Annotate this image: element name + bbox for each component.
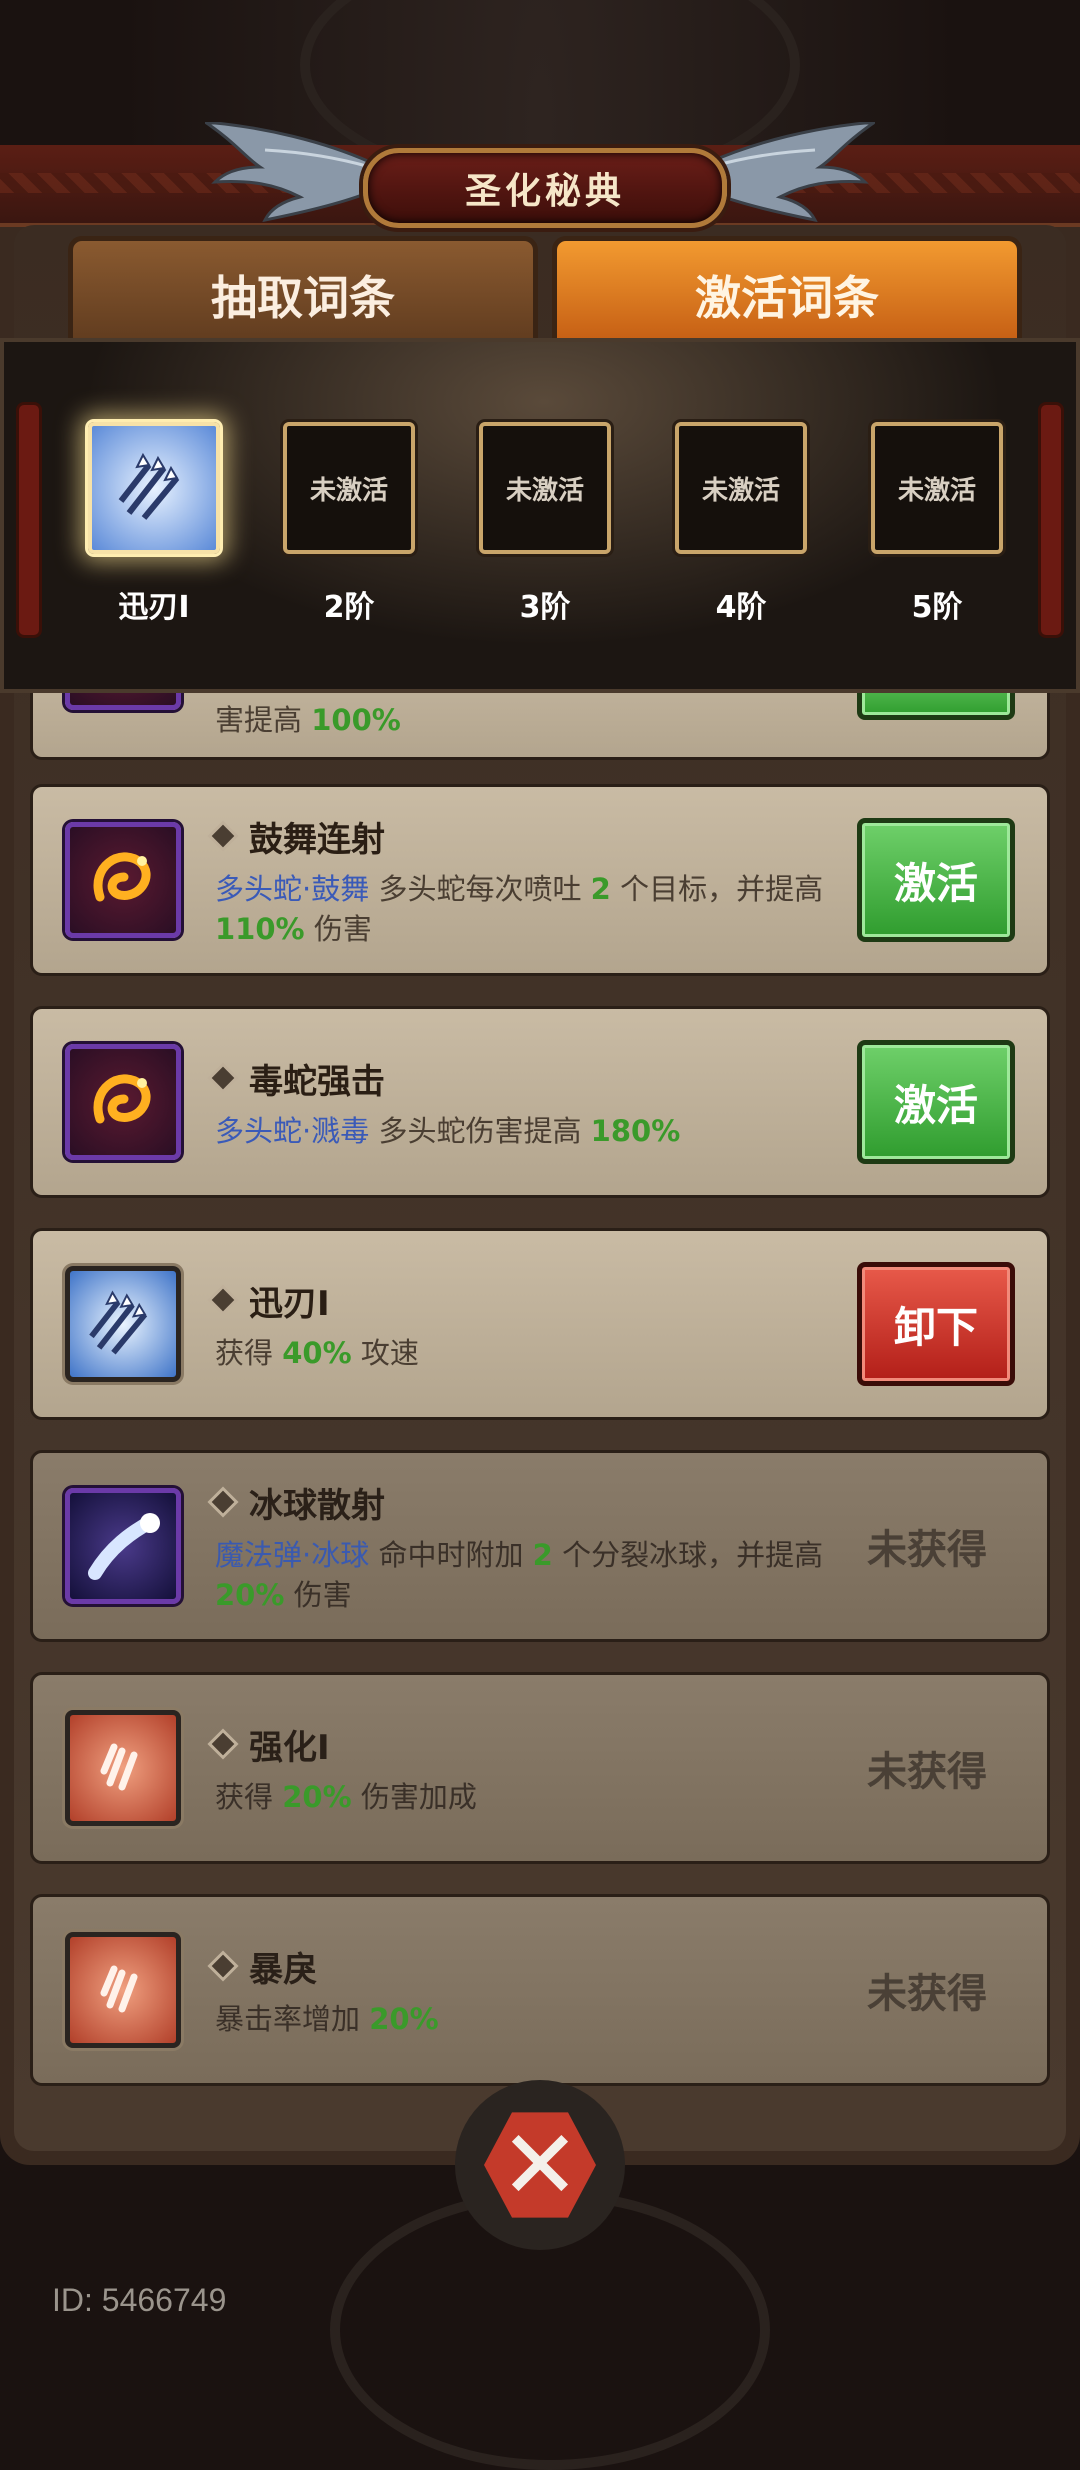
- tier-slots-bar: 迅刃I 未激活 2阶 未激活 3阶 未激活 4阶 未激活 5阶: [0, 338, 1080, 693]
- status-not-obtained: 未获得: [867, 1527, 987, 1573]
- close-icon: ✕: [484, 2112, 596, 2218]
- tier-status-text: 未激活: [505, 475, 584, 506]
- tab-draw-entries[interactable]: 抽取词条: [68, 236, 538, 354]
- skill-description: 获得 40% 攻速: [215, 1335, 419, 1370]
- skill-description: 获得 20% 伤害加成: [215, 1779, 477, 1814]
- arrow-burst-icon: [118, 452, 180, 520]
- unequip-button[interactable]: 卸下: [857, 1262, 1015, 1386]
- tab-activate-entries[interactable]: 激活词条: [552, 236, 1022, 354]
- activate-button[interactable]: 激活: [857, 1040, 1015, 1164]
- list-item: 冰球散射 魔法弹·冰球 命中时附加 2 个分裂冰球，并提高 20% 伤害 未获得: [30, 1450, 1050, 1642]
- skill-description: 多头蛇·溅毒 多头蛇伤害提高 180%: [215, 1113, 681, 1148]
- skill-description: 魔法弹·冰球 命中时附加 2 个分裂冰球，并提高 20% 伤害: [215, 1537, 824, 1612]
- skill-name: 毒蛇强击: [211, 1054, 857, 1103]
- skill-name: 鼓舞连射: [211, 812, 857, 861]
- tier-slot-4[interactable]: 未激活 4阶: [661, 422, 821, 632]
- right-wing-icon: [708, 122, 875, 222]
- tier-label: 迅刃I: [118, 590, 190, 625]
- tier-slot-3[interactable]: 未激活 3阶: [465, 422, 625, 632]
- tier-label: 5阶: [911, 590, 963, 625]
- skill-description: 暴击率增加 20%: [215, 2001, 439, 2036]
- list-item: 强化I 获得 20% 伤害加成 未获得: [30, 1672, 1050, 1864]
- skill-name: 冰球散射: [211, 1478, 827, 1527]
- tier-status-text: 未激活: [309, 475, 388, 506]
- skill-description: 害提高 100%: [215, 703, 401, 737]
- tier-slot-frame: [88, 422, 220, 554]
- fire-dragon-icon: [65, 1044, 181, 1160]
- tier-status-text: 未激活: [897, 475, 976, 506]
- fire-dragon-icon: [65, 822, 181, 938]
- frame-ornament: [16, 402, 42, 638]
- tab-label: 激活词条: [695, 271, 879, 325]
- left-wing-icon: [205, 122, 372, 222]
- list-item: 鼓舞连射 多头蛇·鼓舞 多头蛇每次喷吐 2 个目标，并提高 110% 伤害 激活: [30, 784, 1050, 976]
- arrow-burst-icon: [65, 1266, 181, 1382]
- player-id: ID: 5466749: [52, 2282, 227, 2318]
- tier-slot-frame: 未激活: [871, 422, 1003, 554]
- close-button[interactable]: ✕: [455, 2080, 625, 2250]
- tier-status-text: 未激活: [701, 475, 780, 506]
- status-not-obtained: 未获得: [867, 1749, 987, 1795]
- list-item: 暴戾 暴击率增加 20% 未获得: [30, 1894, 1050, 2086]
- tier-slot-frame: 未激活: [479, 422, 611, 554]
- activate-button[interactable]: 激活: [857, 818, 1015, 942]
- claw-icon: [65, 1710, 181, 1826]
- page-title: 圣化秘典: [464, 171, 625, 212]
- status-not-obtained: 未获得: [867, 1971, 987, 2017]
- tier-slot-2[interactable]: 未激活 2阶: [269, 422, 429, 632]
- tier-slot-frame: 未激活: [675, 422, 807, 554]
- tier-slot-frame: 未激活: [283, 422, 415, 554]
- tier-label: 4阶: [715, 590, 767, 625]
- skill-name: 迅刃I: [211, 1276, 857, 1325]
- tab-label: 抽取词条: [211, 271, 395, 325]
- frame-ornament: [1038, 402, 1064, 638]
- page-title-plaque: 圣化秘典: [363, 148, 727, 228]
- skill-name: 强化I: [211, 1720, 827, 1769]
- tier-slot-1[interactable]: 迅刃I: [74, 422, 234, 632]
- skill-name: 暴戾: [211, 1942, 827, 1991]
- tier-slot-5[interactable]: 未激活 5阶: [857, 422, 1017, 632]
- list-item: 迅刃I 获得 40% 攻速 卸下: [30, 1228, 1050, 1420]
- claw-icon: [65, 1932, 181, 2048]
- list-item: 毒蛇强击 多头蛇·溅毒 多头蛇伤害提高 180% 激活: [30, 1006, 1050, 1198]
- tier-label: 2阶: [323, 590, 375, 625]
- skill-description: 多头蛇·鼓舞 多头蛇每次喷吐 2 个目标，并提高 110% 伤害: [215, 871, 824, 946]
- tier-label: 3阶: [519, 590, 571, 625]
- ice-orb-icon: [65, 1488, 181, 1604]
